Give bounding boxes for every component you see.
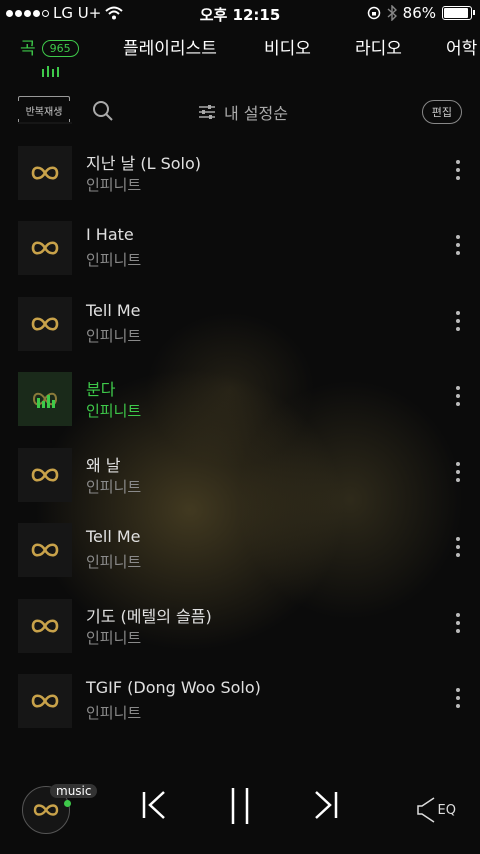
song-artist: 인피니트 (86, 326, 142, 345)
eq-label: EQ (437, 802, 456, 818)
now-playing-icon (32, 392, 58, 408)
category-tabs: 곡 965 플레이리스트 비디오 라디오 어학 (0, 34, 480, 64)
tab-radio[interactable]: 라디오 (355, 34, 402, 59)
tab-songs[interactable]: 곡 965 (20, 34, 79, 59)
more-options-icon[interactable] (456, 386, 460, 406)
song-row[interactable]: 왜 날인피니트 (0, 438, 480, 514)
sliders-icon (199, 105, 215, 119)
equalizer-button[interactable]: EQ (416, 796, 456, 824)
album-thumbnail[interactable] (18, 221, 72, 275)
album-thumbnail[interactable] (18, 598, 72, 653)
song-title: 기도 (메텔의 슬픔) (86, 606, 212, 626)
pause-icon[interactable] (228, 786, 252, 826)
previous-track-icon[interactable] (140, 788, 168, 822)
song-row[interactable]: I Hate 인피니트 (0, 211, 480, 287)
sort-button[interactable]: 내 설정순 (198, 100, 288, 124)
song-title: TGIF (Dong Woo Solo) (86, 678, 261, 697)
song-artist: 인피니트 (86, 477, 142, 496)
infinity-logo-icon (33, 804, 59, 816)
song-row[interactable]: Tell Me 인피니트 (0, 287, 480, 363)
album-thumbnail[interactable] (18, 674, 72, 728)
album-thumbnail[interactable] (18, 447, 72, 502)
more-options-icon[interactable] (456, 688, 460, 708)
music-service-badge: music (50, 784, 98, 798)
song-title: Tell Me (86, 527, 141, 546)
player-bar: music EQ (0, 764, 480, 854)
song-row[interactable]: TGIF (Dong Woo Solo) 인피니트 (0, 664, 480, 740)
infinity-logo-icon (31, 316, 59, 331)
song-row[interactable]: Tell Me 인피니트 (0, 513, 480, 589)
more-options-icon[interactable] (456, 612, 460, 633)
edit-button[interactable]: 편집 (421, 100, 462, 124)
battery-icon (442, 6, 475, 20)
song-title: 분다 (86, 380, 116, 399)
connection-dot (64, 800, 71, 807)
song-title: 지난 날 (L Solo) (86, 153, 201, 173)
song-artist: 인피니트 (86, 553, 142, 571)
infinity-logo-icon (31, 543, 59, 557)
song-row[interactable]: 기도 (메텔의 슬픔) 인피니트 (0, 589, 480, 665)
rotation-lock-icon (367, 6, 380, 20)
song-count-badge: 965 (41, 40, 79, 57)
song-row[interactable]: 지난 날 (L Solo) 인피니트 (0, 136, 480, 212)
tab-songs-label: 곡 (20, 39, 36, 59)
more-options-icon[interactable] (456, 159, 460, 180)
infinity-logo-icon (31, 467, 59, 482)
album-thumbnail[interactable] (18, 145, 72, 200)
battery-percent: 86% (402, 4, 436, 22)
tab-playlists[interactable]: 플레이리스트 (123, 34, 217, 59)
infinity-logo-icon (31, 618, 59, 633)
speaker-icon (416, 797, 434, 823)
song-row[interactable]: 분다인피니트 (0, 362, 480, 438)
song-title: I Hate (86, 225, 134, 244)
song-artist: 인피니트 (86, 402, 142, 420)
more-options-icon[interactable] (456, 310, 460, 331)
status-bar: LG U+ 오후 12:15 86% (0, 0, 480, 26)
song-title: Tell Me (86, 300, 141, 320)
album-thumbnail[interactable] (18, 296, 72, 351)
infinity-logo-icon (31, 694, 59, 708)
active-tab-indicator (42, 66, 59, 77)
repeat-button[interactable]: 반복재생 (18, 96, 70, 124)
more-options-icon[interactable] (456, 537, 460, 557)
tab-language[interactable]: 어학 (446, 34, 477, 59)
song-row[interactable]: Tell Me인피니트 (0, 122, 480, 136)
album-thumbnail[interactable] (18, 372, 72, 426)
infinity-logo-icon (31, 241, 59, 255)
search-icon[interactable] (92, 100, 114, 122)
more-options-icon[interactable] (456, 461, 460, 482)
song-artist: 인피니트 (86, 704, 142, 722)
sort-label: 내 설정순 (224, 104, 288, 123)
album-thumbnail[interactable] (18, 523, 72, 577)
next-track-icon[interactable] (312, 788, 340, 822)
song-list: Tell Me인피니트지난 날 (L Solo)인피니트I Hate인피니트Te… (0, 122, 480, 762)
album-thumbnail[interactable] (18, 122, 72, 124)
song-artist: 인피니트 (86, 628, 142, 647)
song-artist: 인피니트 (86, 175, 142, 194)
bluetooth-icon (387, 5, 397, 21)
infinity-logo-icon (31, 165, 59, 180)
more-options-icon[interactable] (456, 235, 460, 255)
song-artist: 인피니트 (86, 251, 142, 269)
tab-videos[interactable]: 비디오 (264, 34, 311, 59)
song-title: 왜 날 (86, 455, 121, 475)
